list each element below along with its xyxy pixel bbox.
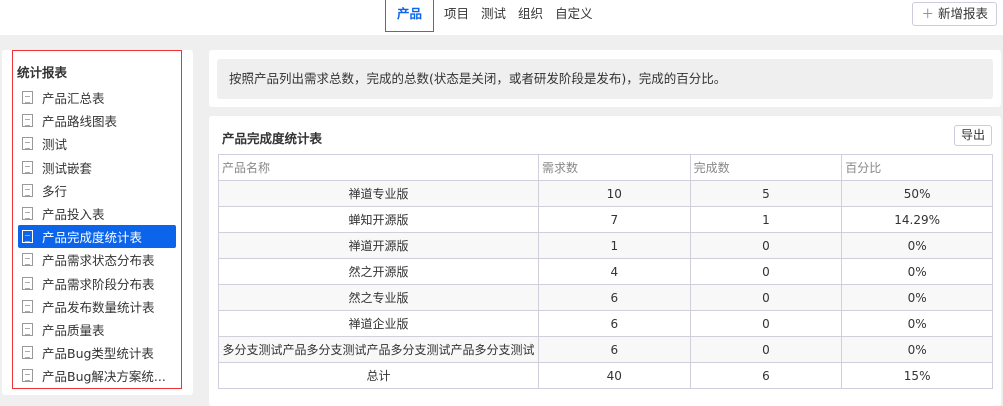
column-header[interactable]: 需求数 [537, 154, 691, 181]
table-cell: 0 [689, 336, 843, 363]
report-title: 产品完成度统计表 [222, 131, 323, 146]
document-icon [22, 369, 33, 383]
table-cell: 0 [689, 310, 843, 337]
add-report-label: 新增报表 [937, 6, 988, 21]
sidebar-item[interactable]: 测试嵌套 [18, 156, 176, 179]
sidebar-item[interactable]: 产品质量表 [18, 318, 176, 341]
document-icon [22, 299, 33, 313]
table-cell: 7 [537, 206, 691, 233]
document-icon [22, 230, 33, 244]
tab-test[interactable]: 测试 [475, 0, 512, 33]
report-table: 产品名称 需求数 完成数 百分比 禅道专业版 10 5 50% 蝉知开源版 7 1 14.29% 禅道开… [218, 154, 993, 389]
column-header[interactable]: 产品名称 [218, 154, 539, 181]
sidebar-item-label: 产品路线图表 [42, 114, 118, 130]
table-cell: 0% [841, 284, 993, 311]
table-row: 蝉知开源版 7 1 14.29% [218, 206, 993, 233]
table-cell: 0 [689, 258, 843, 285]
tab-project[interactable]: 项目 [438, 0, 475, 33]
table-cell: 然之专业版 [218, 284, 539, 311]
table-cell: 6 [689, 362, 843, 389]
sidebar-item[interactable]: 产品需求状态分布表 [18, 248, 176, 271]
table-cell: 0% [841, 232, 993, 259]
column-header[interactable]: 百分比 [841, 154, 993, 181]
table-row: 总计 40 6 15% [218, 362, 993, 389]
sidebar-item[interactable]: 测试 [18, 132, 176, 155]
export-button[interactable]: 导出 [954, 125, 992, 146]
sidebar-item-label: 产品投入表 [42, 207, 105, 223]
report-description: 按照产品列出需求总数，完成的总数(状态是关闭，或者研发阶段是发布)，完成的百分比… [217, 59, 993, 99]
table-cell: 50% [841, 180, 993, 207]
sidebar-item[interactable]: 产品路线图表 [18, 109, 176, 132]
tab-product[interactable]: 产品 [385, 0, 435, 32]
tab-custom[interactable]: 自定义 [549, 0, 599, 33]
table-cell: 蝉知开源版 [218, 206, 539, 233]
document-icon [22, 183, 33, 197]
sidebar-item[interactable]: 多行 [18, 179, 176, 202]
table-cell: 0% [841, 258, 993, 285]
table-cell: 1 [537, 232, 691, 259]
document-icon [22, 207, 33, 221]
table-cell: 禅道开源版 [218, 232, 539, 259]
sidebar-item-label: 多行 [42, 183, 68, 199]
table-cell: 禅道专业版 [218, 180, 539, 207]
sidebar-item[interactable]: 产品完成度统计表 [18, 225, 176, 249]
table-cell: 总计 [218, 362, 539, 389]
sidebar-item-label: 产品发布数量统计表 [42, 299, 155, 315]
document-icon [22, 160, 33, 174]
sidebar-item-label: 产品Bug解决方案统... [42, 369, 166, 385]
table-row: 禅道专业版 10 5 50% [218, 180, 993, 207]
table-cell: 15% [841, 362, 993, 389]
table-cell: 14.29% [841, 206, 993, 233]
document-icon [22, 322, 33, 336]
sidebar-item[interactable]: 产品需求阶段分布表 [18, 272, 176, 295]
table-cell: 0% [841, 310, 993, 337]
tab-org[interactable]: 组织 [512, 0, 549, 33]
sidebar-item-label: 产品质量表 [42, 322, 105, 338]
table-row: 多分支测试产品多分支测试产品多分支测试产品多分支测试 6 0 0% [218, 336, 993, 363]
table-cell: 6 [537, 284, 691, 311]
sidebar-item[interactable]: 产品汇总表 [18, 86, 176, 109]
table-cell: 6 [537, 310, 691, 337]
document-icon [22, 276, 33, 290]
table-cell: 禅道企业版 [218, 310, 539, 337]
table-cell: 0% [841, 336, 993, 363]
table-cell: 0 [689, 232, 843, 259]
table-cell: 0 [689, 284, 843, 311]
sidebar-item[interactable]: 产品投入表 [18, 202, 176, 225]
sidebar-item-label: 测试嵌套 [42, 160, 93, 176]
document-icon [22, 346, 33, 360]
report-list: 产品汇总表产品路线图表 测试测试嵌套多行产品投入表产品完成度统计表 产品需求状态分布… [18, 86, 176, 387]
document-icon [22, 137, 33, 151]
sidebar-item-label: 产品汇总表 [42, 91, 105, 107]
table-row: 然之专业版 6 0 0% [218, 284, 993, 311]
table-cell: 1 [689, 206, 843, 233]
column-header[interactable]: 完成数 [689, 154, 843, 181]
sidebar-title: 统计报表 [17, 65, 68, 80]
main-nav: 产品 项目 测试 组织 自定义 [385, 0, 599, 33]
sidebar-item-label: 产品Bug类型统计表 [42, 346, 154, 362]
table-cell: 10 [537, 180, 691, 207]
sidebar-item[interactable]: 产品发布数量统计表 [18, 295, 176, 318]
sidebar-item-label: 产品需求阶段分布表 [42, 276, 155, 292]
table-row: 禅道开源版 1 0 0% [218, 232, 993, 259]
table-row: 然之开源版 4 0 0% [218, 258, 993, 285]
sidebar-item[interactable]: 产品Bug解决方案统... [18, 364, 176, 387]
table-row: 禅道企业版 6 0 0% [218, 310, 993, 337]
table-cell: 多分支测试产品多分支测试产品多分支测试产品多分支测试 [218, 336, 539, 363]
table-cell: 然之开源版 [218, 258, 539, 285]
document-icon [22, 114, 33, 128]
sidebar-item-label: 产品需求状态分布表 [42, 253, 155, 269]
table-cell: 40 [537, 362, 691, 389]
sidebar-item[interactable]: 产品Bug类型统计表 [18, 341, 176, 364]
add-report-button[interactable]: ＋新增报表 [912, 2, 997, 26]
table-cell: 4 [537, 258, 691, 285]
sidebar-item-label: 产品完成度统计表 [42, 230, 143, 246]
document-icon [22, 91, 33, 105]
plus-icon: ＋ [921, 6, 934, 21]
document-icon [22, 253, 33, 267]
table-cell: 6 [537, 336, 691, 363]
table-cell: 5 [689, 180, 843, 207]
sidebar-item-label: 测试 [42, 137, 68, 153]
